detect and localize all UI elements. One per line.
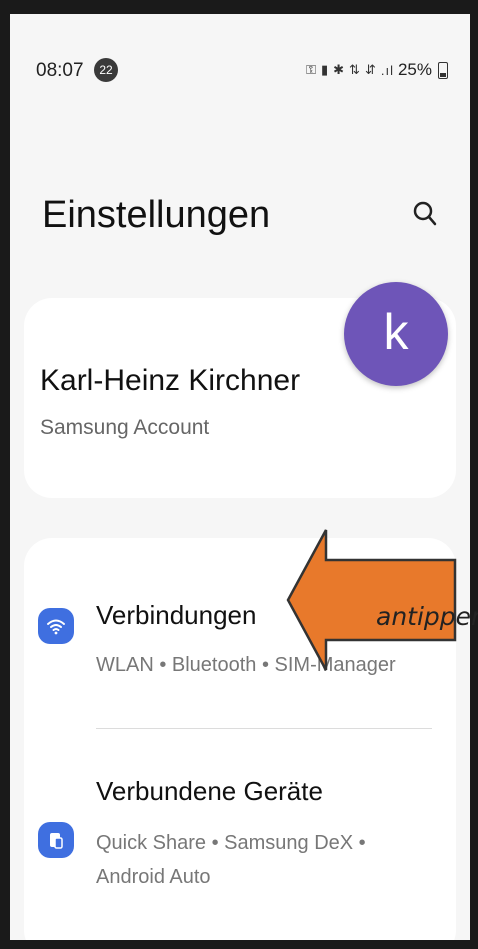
- annotation-text: antippen: [376, 602, 478, 631]
- annotation-arrow: [286, 529, 457, 671]
